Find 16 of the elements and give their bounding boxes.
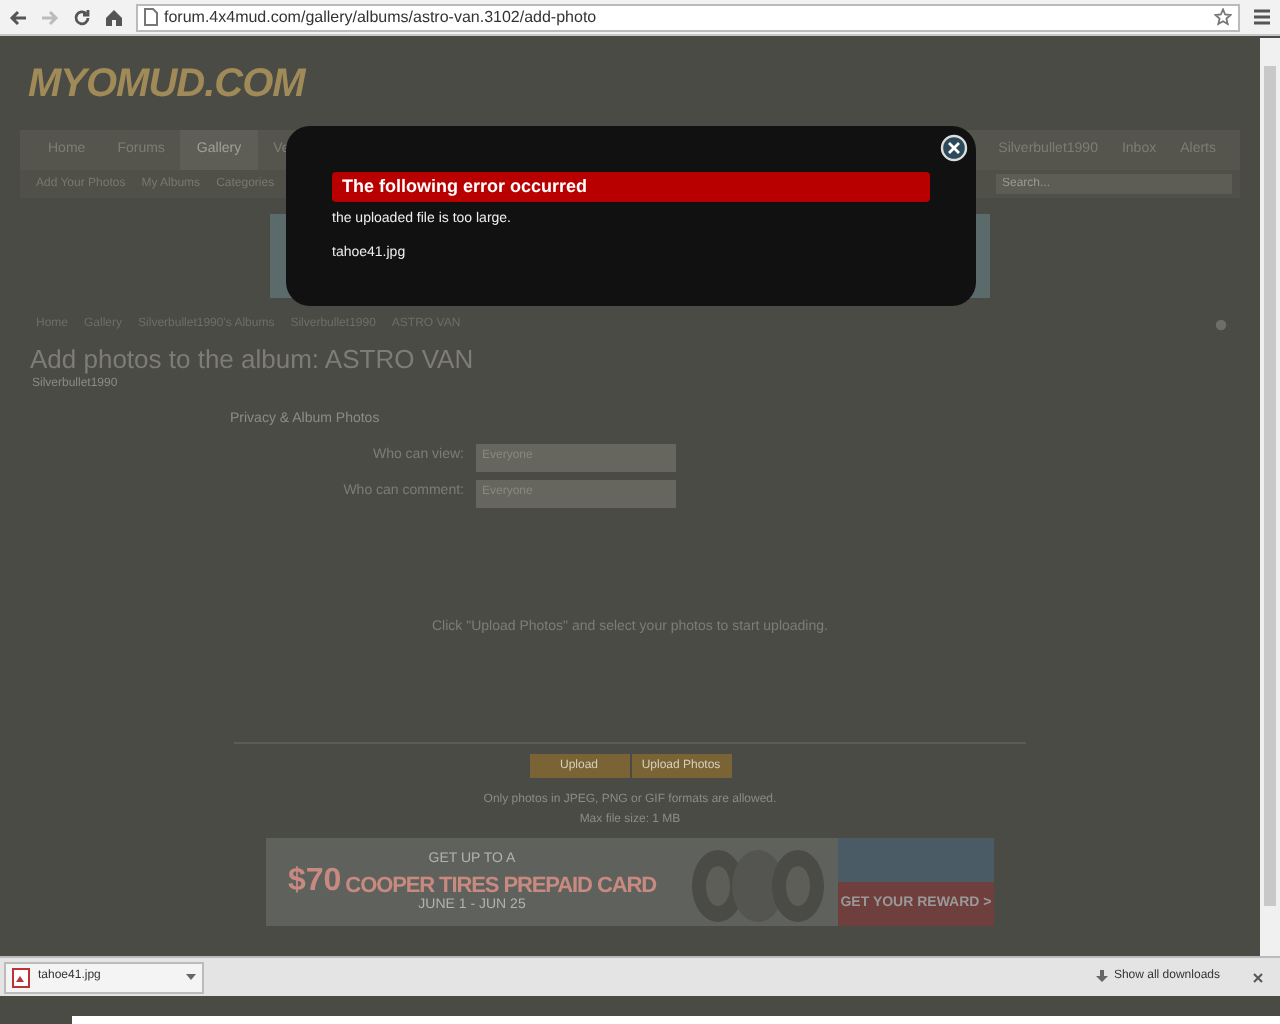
star-icon[interactable] bbox=[1214, 8, 1232, 26]
menu-icon[interactable] bbox=[1252, 8, 1272, 26]
error-title: The following error occurred bbox=[332, 172, 930, 202]
url-text: forum.4x4mud.com/gallery/albums/astro-van.3102/add-photo bbox=[164, 5, 597, 29]
caret-icon bbox=[186, 974, 196, 980]
image-file-icon bbox=[12, 967, 30, 987]
download-icon bbox=[1095, 970, 1108, 984]
back-icon[interactable] bbox=[8, 7, 28, 27]
reload-icon[interactable] bbox=[72, 7, 92, 27]
address-bar[interactable]: forum.4x4mud.com/gallery/albums/astro-van.3102/add-photo bbox=[136, 3, 1240, 31]
ad-amount: $70 bbox=[287, 866, 342, 898]
site-logo[interactable]: MYOMUD.COM bbox=[28, 54, 305, 114]
scrollbar[interactable] bbox=[1260, 38, 1280, 956]
home-icon[interactable] bbox=[104, 7, 124, 27]
ad-headline: COOPER TIRES PREPAID CARD bbox=[345, 876, 657, 898]
page-icon bbox=[144, 8, 158, 26]
